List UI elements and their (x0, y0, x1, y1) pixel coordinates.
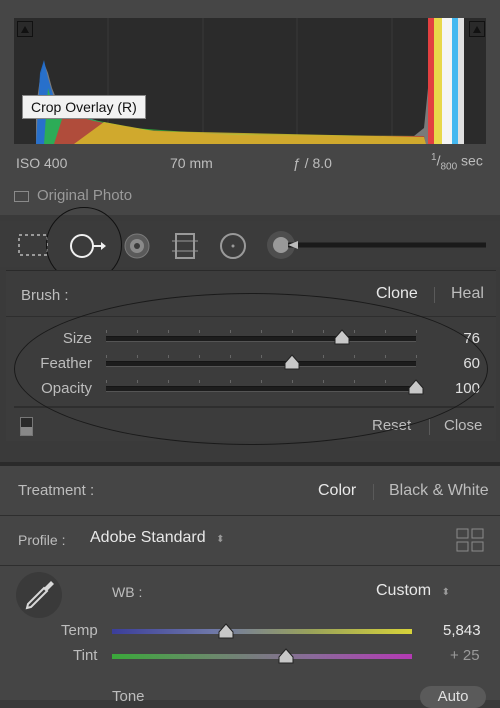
heal-button[interactable]: Heal (451, 285, 484, 303)
basic-panel: Treatment : Color Black & White Profile … (0, 462, 500, 708)
temp-label: Temp (61, 622, 98, 639)
tool-strip (0, 207, 500, 283)
auto-tone-button[interactable]: Auto (420, 686, 486, 708)
radial-filter-tool[interactable] (218, 232, 248, 260)
tint-slider-track[interactable] (112, 654, 412, 659)
profile-value: Adobe Standard (90, 529, 206, 546)
spot-removal-panel: Brush : Clone Heal Size 76 Feather 60 Opacit… (6, 270, 496, 445)
crop-icon (18, 234, 48, 256)
histogram (14, 18, 486, 144)
shadow-clipping-button[interactable] (17, 21, 33, 37)
histogram-graph (36, 18, 464, 144)
switch-knob (21, 427, 32, 435)
red-eye-icon (124, 233, 150, 259)
temp-slider-thumb[interactable] (218, 623, 234, 646)
checkbox-icon (14, 190, 29, 202)
focal-length: 70 mm (170, 155, 213, 171)
highlight-clipping-button[interactable] (469, 21, 485, 37)
panel-header-bar (0, 462, 500, 466)
panel-toggle-switch[interactable] (20, 417, 33, 436)
divider (429, 419, 430, 435)
treatment-label: Treatment : (18, 482, 95, 499)
radial-filter-icon (220, 233, 246, 259)
original-photo-checkbox[interactable]: Original Photo (14, 187, 132, 204)
shutter-speed: 1/800 sec (431, 152, 483, 173)
aperture: ƒ / 8.0 (293, 155, 332, 171)
graduated-filter-tool[interactable] (172, 233, 198, 259)
white-balance-selector[interactable] (16, 572, 62, 618)
grid-icon (456, 528, 484, 552)
profile-dropdown[interactable]: Adobe Standard ⬍ (90, 529, 240, 551)
tooltip: Crop Overlay (R) (22, 95, 146, 119)
tone-label: Tone (112, 688, 145, 705)
treatment-color-button[interactable]: Color (318, 482, 356, 500)
adjustment-brush-icon (267, 231, 486, 259)
divider (0, 565, 500, 566)
updown-arrows-icon: ⬍ (441, 587, 450, 598)
wb-value: Custom (376, 582, 432, 599)
histogram-panel: Crop Overlay (R) ISO 400 70 mm ƒ / 8.0 1… (0, 0, 500, 215)
temp-slider-track[interactable] (112, 629, 412, 634)
divider (0, 515, 500, 516)
adjustment-brush-tool[interactable] (266, 230, 490, 260)
iso-value: ISO 400 (16, 155, 68, 171)
brush-label: Brush : (21, 287, 69, 304)
eyedropper-icon (25, 581, 54, 610)
profile-label: Profile : (18, 532, 66, 548)
slider-highlight-ellipse (14, 293, 488, 445)
profile-browser-button[interactable] (456, 528, 484, 552)
tint-value[interactable]: + 25 (450, 647, 480, 664)
tint-slider-thumb[interactable] (278, 648, 294, 671)
crop-overlay-tool[interactable] (17, 233, 49, 257)
wb-label: WB : (112, 584, 143, 600)
wb-dropdown[interactable]: Custom ⬍ (376, 582, 450, 600)
red-eye-tool[interactable] (122, 233, 152, 259)
temp-value[interactable]: 5,843 (443, 622, 481, 639)
graduated-filter-icon (172, 233, 198, 259)
divider (434, 287, 435, 303)
close-button[interactable]: Close (444, 417, 482, 434)
clone-button[interactable]: Clone (376, 285, 418, 303)
treatment-bw-button[interactable]: Black & White (389, 482, 489, 500)
tint-label: Tint (73, 647, 98, 664)
updown-arrows-icon: ⬍ (216, 534, 225, 545)
divider (373, 484, 374, 500)
